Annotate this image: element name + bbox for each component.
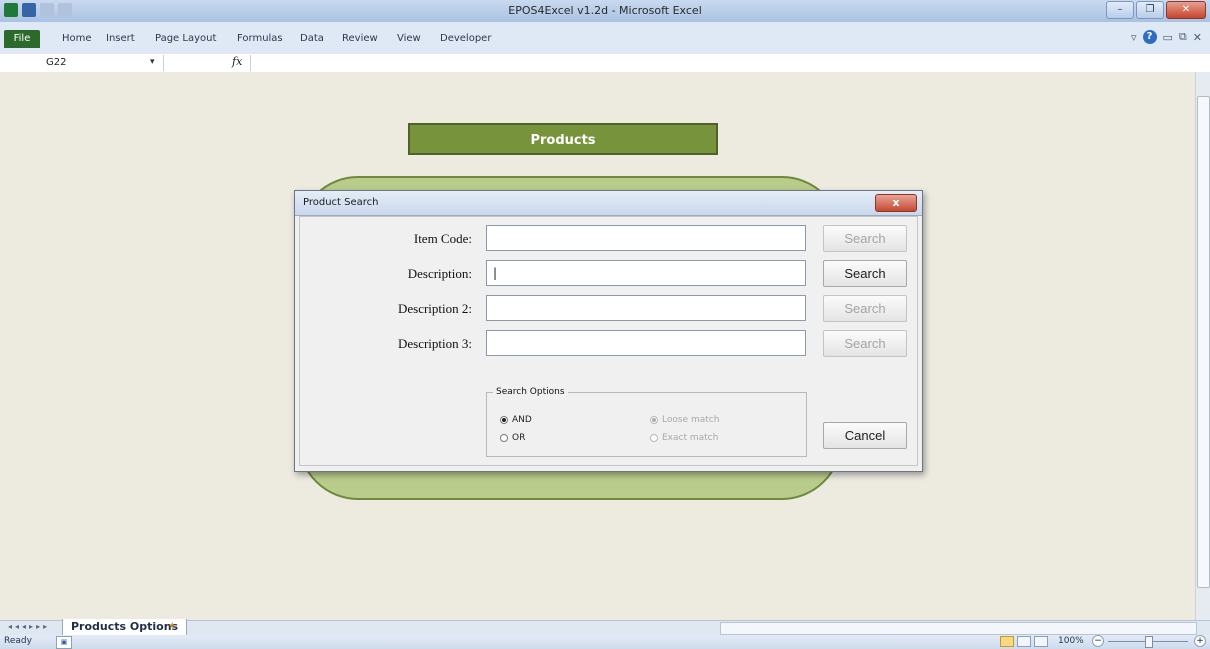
cancel-button[interactable]: Cancel: [823, 422, 907, 449]
dialog-body: Item Code: Search Description: | Search …: [299, 216, 918, 466]
description-2-search-button[interactable]: Search: [823, 295, 907, 322]
zoom-in-icon[interactable]: +: [1194, 635, 1206, 647]
window-title: EPOS4Excel v1.2d - Microsoft Excel: [508, 4, 702, 17]
window-controls: – ❐ ✕: [1106, 1, 1206, 19]
description-3-input[interactable]: [486, 330, 806, 356]
name-box-dropdown-icon[interactable]: ▾: [150, 57, 155, 67]
product-search-dialog: Product Search x Item Code: Search Descr…: [294, 190, 923, 472]
and-radio-label: AND: [512, 415, 532, 425]
or-radio-label: OR: [512, 433, 526, 443]
normal-view-icon[interactable]: [1000, 636, 1014, 647]
radio-selected-icon: [500, 416, 508, 424]
item-code-input[interactable]: [486, 225, 806, 251]
products-banner[interactable]: Products: [408, 123, 718, 155]
minimize-ribbon-icon[interactable]: ▿: [1131, 31, 1137, 44]
help-icon[interactable]: ?: [1142, 30, 1157, 44]
zoom-slider-thumb[interactable]: [1145, 636, 1153, 648]
tab-formulas[interactable]: Formulas: [237, 33, 283, 44]
restore-icon[interactable]: ❐: [1136, 1, 1164, 19]
description-input[interactable]: |: [486, 260, 806, 286]
insert-sheet-icon[interactable]: ✦: [168, 621, 188, 633]
fx-icon[interactable]: fx: [232, 55, 242, 68]
tab-review[interactable]: Review: [342, 33, 378, 44]
sheet-nav-arrows-icon[interactable]: ◂◂◂▸▸▸: [8, 622, 50, 631]
description-3-label: Description 3:: [397, 336, 472, 351]
exact-match-radio[interactable]: Exact match: [650, 433, 718, 443]
item-code-search-button[interactable]: Search: [823, 225, 907, 252]
formula-input[interactable]: [250, 55, 1196, 71]
tab-data[interactable]: Data: [300, 33, 324, 44]
horizontal-scrollbar[interactable]: [720, 622, 1197, 635]
zoom-level[interactable]: 100%: [1058, 636, 1084, 646]
name-box[interactable]: G22: [4, 55, 164, 71]
description-3-search-button[interactable]: Search: [823, 330, 907, 357]
tab-developer[interactable]: Developer: [440, 33, 491, 44]
dialog-close-icon[interactable]: x: [875, 194, 917, 212]
ribbon-right-controls: ▿ ? ▭ ⧉ ✕: [1131, 30, 1202, 44]
search-options-legend: Search Options: [493, 387, 568, 397]
dialog-title: Product Search: [303, 197, 379, 208]
workbook-restore-icon[interactable]: ⧉: [1179, 30, 1187, 44]
workbook-minimize-icon[interactable]: ▭: [1163, 31, 1173, 44]
search-options-group: [486, 392, 807, 457]
description-2-input[interactable]: [486, 295, 806, 321]
view-buttons: [1000, 636, 1048, 647]
radio-unselected-icon: [650, 434, 658, 442]
minimize-icon[interactable]: –: [1106, 1, 1134, 19]
tab-file[interactable]: File: [4, 30, 40, 48]
radio-unselected-icon: [500, 434, 508, 442]
vertical-scroll-thumb[interactable]: [1197, 96, 1210, 588]
dialog-title-bar: [295, 191, 922, 216]
description-2-label: Description 2:: [397, 301, 472, 316]
zoom-out-icon[interactable]: −: [1092, 635, 1104, 647]
page-layout-view-icon[interactable]: [1017, 636, 1031, 647]
status-ready: Ready: [4, 636, 32, 646]
or-radio[interactable]: OR: [500, 433, 525, 443]
tab-page-layout[interactable]: Page Layout: [155, 33, 216, 44]
description-label: Description:: [407, 266, 472, 281]
tab-home[interactable]: Home: [62, 33, 92, 44]
and-radio[interactable]: AND: [500, 415, 532, 425]
item-code-label: Item Code:: [413, 231, 472, 246]
close-icon[interactable]: ✕: [1166, 1, 1206, 19]
exact-match-label: Exact match: [662, 433, 719, 443]
workbook-close-icon[interactable]: ✕: [1193, 31, 1202, 44]
loose-match-label: Loose match: [662, 415, 720, 425]
tab-view[interactable]: View: [397, 33, 421, 44]
description-search-button[interactable]: Search: [823, 260, 907, 287]
page-break-view-icon[interactable]: [1034, 636, 1048, 647]
loose-match-radio[interactable]: Loose match: [650, 415, 719, 425]
macro-record-icon[interactable]: ▣: [56, 636, 72, 649]
tab-insert[interactable]: Insert: [106, 33, 135, 44]
radio-selected-icon: [650, 416, 658, 424]
